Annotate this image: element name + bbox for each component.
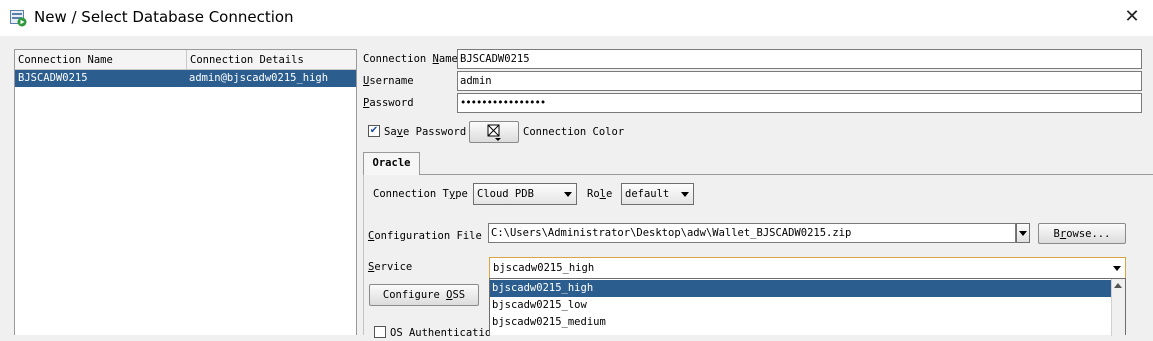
role-value: default: [625, 188, 670, 200]
table-row[interactable]: BJSCADW0215 admin@bjscadw0215_high: [15, 70, 356, 87]
column-header-connection-details[interactable]: Connection Details: [187, 50, 356, 70]
chevron-down-icon: [1113, 266, 1121, 271]
configure-oss-button[interactable]: Configure OSS: [369, 284, 479, 306]
chevron-down-icon: [681, 192, 689, 197]
database-connection-icon: [10, 10, 27, 27]
close-icon[interactable]: ✕: [1122, 7, 1142, 27]
save-password-label: Save Password: [384, 126, 467, 138]
browse-button[interactable]: Browse...: [1038, 223, 1126, 244]
chevron-down-icon: [1019, 231, 1027, 236]
configuration-file-dropdown[interactable]: [1016, 223, 1030, 243]
column-header-connection-name[interactable]: Connection Name: [15, 50, 187, 70]
save-password-checkbox[interactable]: ✔: [368, 125, 380, 137]
connection-color-button[interactable]: [469, 121, 519, 143]
connection-type-label: Connection Type: [373, 188, 468, 200]
connection-type-select[interactable]: Cloud PDB: [473, 183, 577, 205]
window-title: New / Select Database Connection: [34, 8, 294, 26]
connection-name-cell: BJSCADW0215: [18, 72, 88, 84]
role-select[interactable]: default: [621, 183, 694, 205]
connection-name-input[interactable]: BJSCADW0215: [457, 49, 1142, 69]
configuration-file-label: Configuration File: [368, 230, 482, 242]
title-bar: New / Select Database Connection ✕: [0, 0, 1153, 36]
connection-type-value: Cloud PDB: [477, 188, 534, 200]
role-label: Role: [587, 188, 613, 200]
username-input[interactable]: admin: [457, 71, 1142, 91]
list-item[interactable]: bjscadw0215_high: [490, 280, 1112, 297]
os-authentication-label: OS Authenticatio: [390, 327, 492, 339]
connection-name-label: Connection Name: [363, 53, 458, 65]
scroll-up-icon[interactable]: [1114, 283, 1122, 288]
list-item[interactable]: bjscadw0215_medium: [490, 314, 1112, 331]
color-picker-icon: [487, 124, 501, 141]
os-authentication-checkbox[interactable]: [374, 326, 386, 338]
connection-color-label: Connection Color: [523, 126, 625, 138]
password-input[interactable]: ••••••••••••••••: [457, 93, 1142, 113]
list-item[interactable]: bjscadw0215_low: [490, 297, 1112, 314]
connection-details-cell: admin@bjscadw0215_high: [189, 72, 329, 84]
configuration-file-input[interactable]: C:\Users\Administrator\Desktop\adw\Walle…: [488, 223, 1016, 243]
password-label: Password: [363, 97, 414, 109]
chevron-down-icon: [564, 192, 572, 197]
service-value: bjscadw0215_high: [493, 262, 595, 274]
service-label: Service: [368, 261, 413, 273]
username-label: Username: [363, 75, 414, 87]
tab-oracle[interactable]: Oracle: [363, 152, 420, 175]
service-select[interactable]: bjscadw0215_high: [489, 257, 1126, 279]
service-dropdown-list[interactable]: bjscadw0215_high bjscadw0215_low bjscadw…: [489, 278, 1126, 336]
connection-list-table[interactable]: Connection Name Connection Details BJSCA…: [14, 49, 357, 335]
dropdown-scrollbar[interactable]: [1111, 279, 1125, 336]
